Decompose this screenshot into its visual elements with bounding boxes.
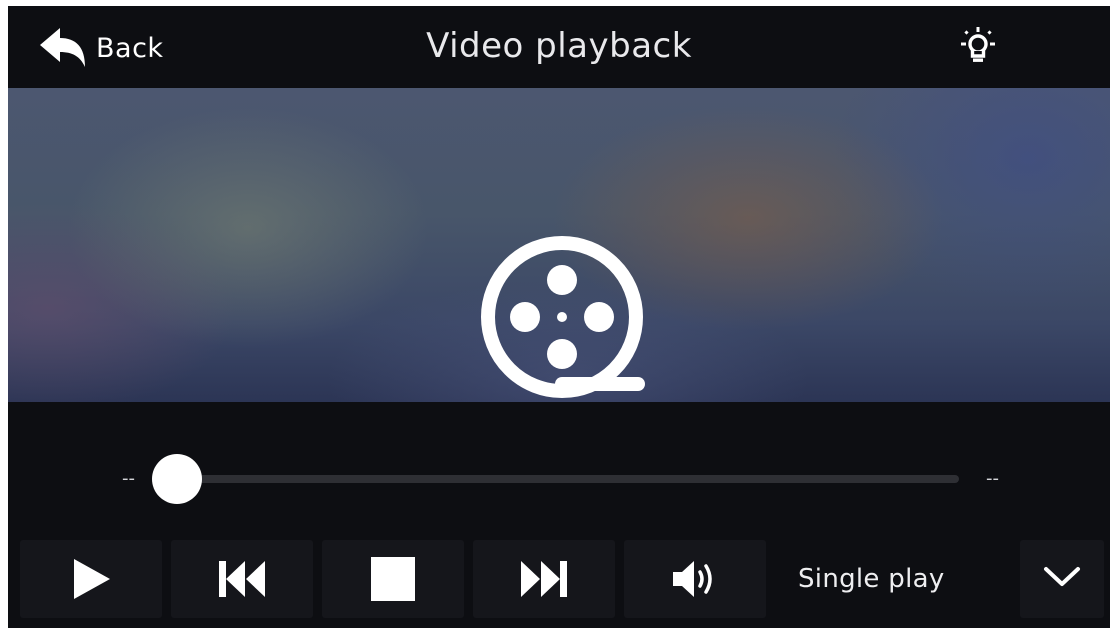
play-mode-dropdown-button[interactable] <box>1020 540 1104 618</box>
volume-button[interactable] <box>624 540 766 618</box>
previous-button[interactable] <box>171 540 313 618</box>
header-bar: Back Video playback <box>8 6 1110 88</box>
volume-icon <box>670 559 720 599</box>
total-time-label: -- <box>986 468 999 489</box>
progress-section: -- -- <box>8 402 1110 532</box>
current-time-label: -- <box>122 468 135 489</box>
lightbulb-icon <box>958 27 998 74</box>
back-label: Back <box>96 32 164 64</box>
page-title: Video playback <box>426 26 692 66</box>
brightness-button[interactable] <box>958 26 998 70</box>
skip-previous-icon <box>215 559 269 599</box>
play-button[interactable] <box>20 540 162 618</box>
video-player-app: Back Video playback -- -- Single play <box>8 6 1110 628</box>
play-icon <box>69 557 113 601</box>
film-reel-icon <box>478 235 648 405</box>
progress-slider-thumb[interactable] <box>152 454 202 504</box>
skip-next-icon <box>517 559 571 599</box>
play-mode-select[interactable]: Single play <box>768 540 1018 618</box>
stop-icon <box>369 555 417 603</box>
back-button[interactable]: Back <box>38 22 164 74</box>
back-arrow-icon <box>38 25 88 71</box>
video-display[interactable] <box>8 88 1110 402</box>
next-button[interactable] <box>473 540 615 618</box>
progress-track[interactable] <box>178 475 959 483</box>
chevron-down-icon <box>1042 565 1082 593</box>
stop-button[interactable] <box>322 540 464 618</box>
